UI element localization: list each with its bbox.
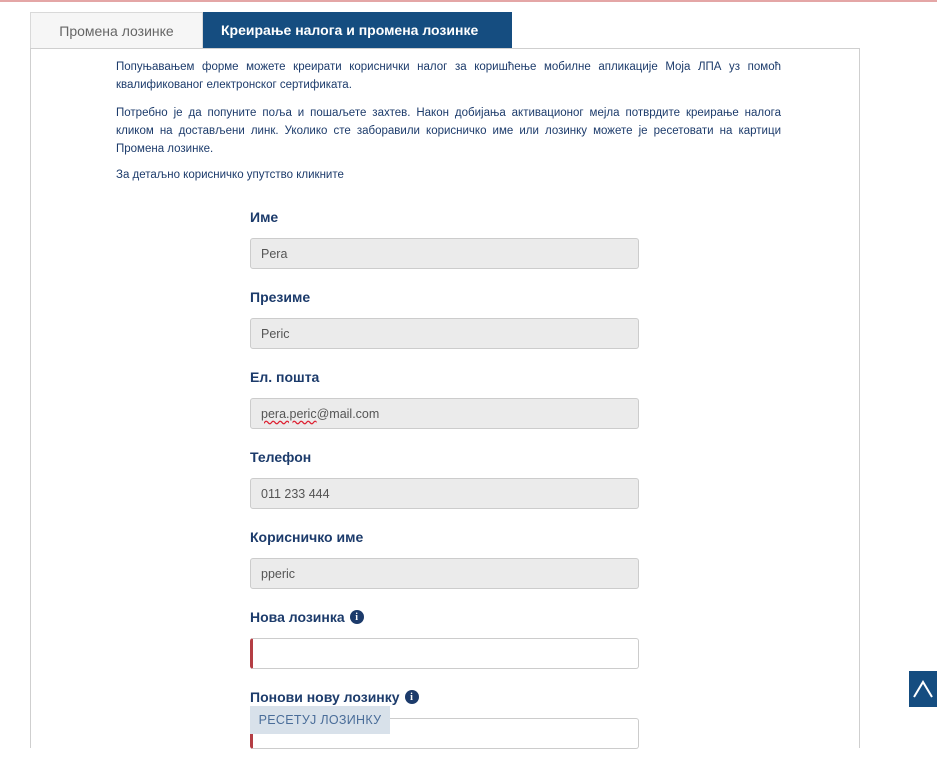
- tab-bar: Промена лозинке Креирање налога и промен…: [30, 12, 512, 48]
- new-password-field[interactable]: [250, 638, 639, 669]
- back-to-top-button[interactable]: [909, 671, 937, 707]
- first-name-label: Име: [250, 209, 279, 225]
- info-icon[interactable]: i: [404, 690, 419, 704]
- account-form: Име Pera Презиме Peric Ел. пошта pera.pe…: [250, 206, 640, 766]
- new-password-label: Нова лозинка i: [250, 606, 640, 628]
- last-name-label: Презиме: [250, 289, 311, 305]
- phone-label: Телефон: [250, 449, 312, 465]
- email-user-part: pera.peric: [261, 406, 317, 421]
- info-icon[interactable]: i: [349, 610, 364, 624]
- repeat-password-label: Понови нову лозинку i: [250, 686, 640, 708]
- email-label: Ел. пошта: [250, 369, 320, 385]
- first-name-field[interactable]: Pera: [250, 238, 639, 269]
- top-rule: [0, 0, 937, 2]
- manual-link-text[interactable]: За детаљно корисничко упутство кликните: [116, 166, 781, 184]
- username-label: Корисничко име: [250, 529, 364, 545]
- tab-account-creation[interactable]: Креирање налога и промена лозинке: [203, 12, 512, 48]
- phone-field[interactable]: 011 233 444: [250, 478, 639, 509]
- chevron-up-icon: [913, 680, 933, 698]
- email-field[interactable]: pera.peric @mail.com: [250, 398, 639, 429]
- intro-paragraph-2: Потребно је да попуните поља и пошаљете …: [116, 107, 781, 155]
- username-field[interactable]: pperic: [250, 558, 639, 589]
- last-name-field[interactable]: Peric: [250, 318, 639, 349]
- email-domain-part: @mail.com: [316, 406, 380, 421]
- intro-paragraph-1: Попуњавањем форме можете креирати корисн…: [116, 61, 781, 91]
- tab-password-change[interactable]: Промена лозинке: [30, 12, 203, 48]
- reset-password-button[interactable]: РЕСЕТУЈ ЛОЗИНКУ: [250, 706, 390, 734]
